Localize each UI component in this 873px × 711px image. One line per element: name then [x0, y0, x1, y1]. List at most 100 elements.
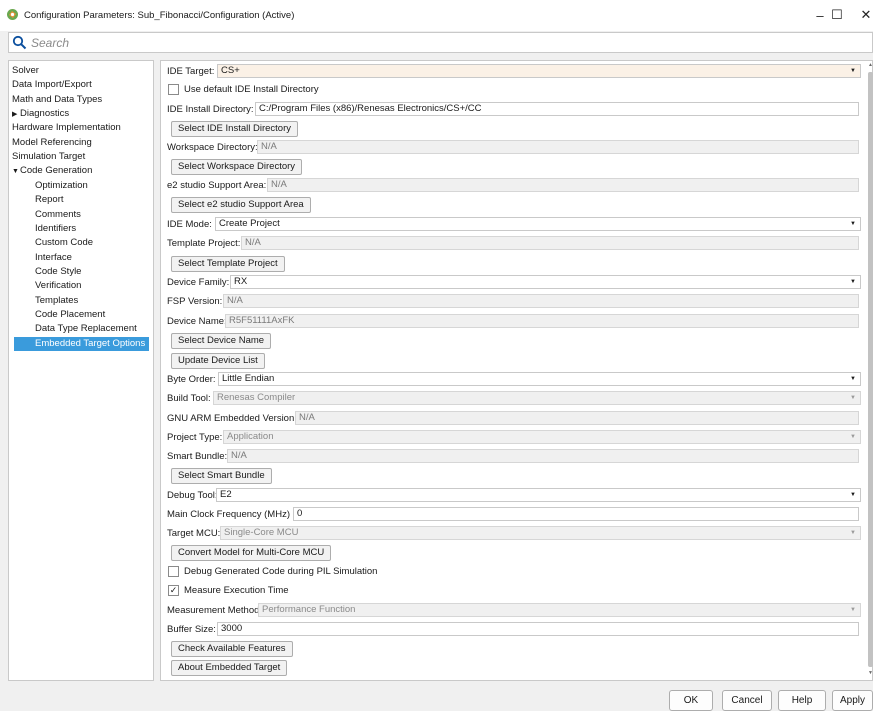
- update-device-list-button[interactable]: Update Device List: [171, 353, 265, 369]
- tree-item-label: Data Import/Export: [12, 79, 92, 91]
- e2-support-area-field: N/A: [267, 178, 859, 192]
- search-bar: [8, 32, 873, 53]
- tree-item-diagnostics[interactable]: ▶ Diagnostics: [9, 107, 69, 121]
- scroll-thumb[interactable]: [868, 72, 873, 667]
- workspace-dir-label: Workspace Directory:: [167, 142, 258, 153]
- ide-install-dir-field[interactable]: C:/Program Files (x86)/Renesas Electroni…: [255, 102, 859, 116]
- check-available-features-button[interactable]: Check Available Features: [171, 641, 293, 657]
- tree-item-label: Optimization: [35, 179, 88, 191]
- select-smart-bundle-button[interactable]: Select Smart Bundle: [171, 468, 272, 484]
- workspace-dir-field: N/A: [257, 140, 859, 154]
- e2-support-area-label: e2 studio Support Area:: [167, 180, 267, 191]
- byte-order-label: Byte Order:: [167, 374, 216, 385]
- device-family-select[interactable]: RX ▼: [230, 275, 861, 289]
- tree-item-data-import-export[interactable]: Data Import/Export: [9, 78, 92, 92]
- target-mcu-select: Single-Core MCU ▼: [220, 526, 861, 540]
- tree-item-verification[interactable]: Verification: [9, 279, 81, 293]
- tree-item-code-style[interactable]: Code Style: [9, 265, 81, 279]
- target-mcu-value: Single-Core MCU: [224, 527, 299, 538]
- smart-bundle-field: N/A: [227, 449, 859, 463]
- about-embedded-target-button[interactable]: About Embedded Target: [171, 660, 288, 676]
- project-type-value: Application: [227, 431, 274, 442]
- debug-pil-checkbox[interactable]: [168, 566, 179, 577]
- use-default-ide-checkbox[interactable]: [168, 84, 179, 95]
- select-device-name-button[interactable]: Select Device Name: [171, 333, 272, 349]
- debug-tool-select[interactable]: E2 ▼: [216, 488, 861, 502]
- apply-button[interactable]: Apply: [832, 690, 873, 711]
- tree-item-solver[interactable]: Solver: [9, 64, 39, 78]
- select-workspace-dir-button[interactable]: Select Workspace Directory: [171, 159, 303, 175]
- select-template-project-button[interactable]: Select Template Project: [171, 256, 285, 272]
- measure-execution-checkbox[interactable]: ✓: [168, 585, 179, 596]
- tree-item-comments[interactable]: Comments: [9, 208, 81, 222]
- ide-mode-select[interactable]: Create Project ▼: [215, 217, 861, 231]
- device-name-label: Device Name:: [167, 316, 227, 327]
- tree-item-interface[interactable]: Interface: [9, 251, 72, 265]
- buffer-size-field[interactable]: 3000: [217, 622, 859, 636]
- fsp-version-field: N/A: [223, 294, 859, 308]
- ide-mode-value: Create Project: [219, 218, 280, 229]
- tree-item-custom-code[interactable]: Custom Code: [9, 236, 93, 250]
- search-icon: [12, 35, 27, 50]
- tree-item-optimization[interactable]: Optimization: [9, 179, 88, 193]
- search-input[interactable]: [31, 35, 331, 50]
- tree-item-label: Verification: [35, 280, 82, 292]
- tree-item-code-placement[interactable]: Code Placement: [9, 308, 105, 322]
- tree-item-data-type-replacement[interactable]: Data Type Replacement: [9, 322, 137, 336]
- byte-order-select[interactable]: Little Endian ▼: [218, 372, 861, 386]
- measurement-method-select: Performance Function ▼: [258, 603, 861, 617]
- project-type-label: Project Type:: [167, 432, 223, 443]
- tree-item-report[interactable]: Report: [9, 193, 64, 207]
- select-ide-install-dir-button[interactable]: Select IDE Install Directory: [171, 121, 298, 137]
- tree-item-code-generation[interactable]: ▼Code Generation: [9, 164, 92, 178]
- buffer-size-label: Buffer Size:: [167, 624, 216, 635]
- tree-item-label: Simulation Target: [12, 151, 86, 163]
- scroll-up-icon[interactable]: ▲: [868, 62, 873, 70]
- build-tool-label: Build Tool:: [167, 393, 211, 404]
- tree-item-label: Templates: [35, 294, 79, 306]
- tree-item-label: Model Referencing: [12, 136, 92, 148]
- tree-item-identifiers[interactable]: Identifiers: [9, 222, 76, 236]
- tree-item-label: Code Placement: [35, 308, 106, 320]
- tree-item-math-and-data-types[interactable]: Math and Data Types: [9, 93, 102, 107]
- collapsed-arrow-icon[interactable]: ▶: [12, 108, 20, 122]
- byte-order-value: Little Endian: [222, 373, 275, 384]
- debug-tool-label: Debug Tool:: [167, 490, 218, 501]
- scroll-down-icon[interactable]: ▼: [868, 670, 873, 678]
- chevron-down-icon: ▼: [850, 376, 856, 382]
- tree-item-templates[interactable]: Templates: [9, 294, 78, 308]
- tree-item-label: Code Style: [35, 265, 82, 277]
- tree-item-hardware-implementation[interactable]: Hardware Implementation: [9, 121, 121, 135]
- target-mcu-label: Target MCU:: [167, 528, 221, 539]
- ide-target-value: CS+: [221, 65, 240, 76]
- template-project-label: Template Project:: [167, 238, 241, 249]
- window-title: Configuration Parameters: Sub_Fibonacci/…: [24, 10, 295, 21]
- expanded-arrow-icon[interactable]: ▼: [12, 165, 20, 179]
- device-family-value: RX: [234, 276, 248, 287]
- tree-item-label: Report: [35, 194, 64, 206]
- tree-item-embedded-target-options[interactable]: Embedded Target Options: [14, 336, 150, 351]
- convert-multicore-button[interactable]: Convert Model for Multi-Core MCU: [171, 545, 332, 561]
- settings-panel: IDE Target: CS+ ▼ Use default IDE Instal…: [160, 60, 873, 681]
- template-project-field: N/A: [241, 236, 859, 250]
- panel-scrollbar[interactable]: ▲ ▼: [868, 62, 873, 679]
- main-clock-label: Main Clock Frequency (MHz) :: [167, 509, 296, 520]
- maximize-button[interactable]: ☐: [823, 4, 851, 26]
- debug-tool-value: E2: [220, 489, 232, 500]
- tree-item-simulation-target[interactable]: Simulation Target: [9, 150, 85, 164]
- help-button[interactable]: Help: [778, 690, 826, 711]
- ide-install-dir-label: IDE Install Directory:: [167, 104, 254, 115]
- select-e2-support-area-button[interactable]: Select e2 studio Support Area: [171, 197, 311, 213]
- tree-item-label: Solver: [12, 65, 39, 76]
- close-button[interactable]: ✕: [852, 4, 873, 26]
- title-bar: Configuration Parameters: Sub_Fibonacci/…: [0, 0, 873, 31]
- cancel-button[interactable]: Cancel: [722, 690, 772, 711]
- chevron-down-icon: ▼: [850, 221, 856, 227]
- main-clock-field[interactable]: 0: [293, 507, 859, 521]
- gnu-arm-version-field: N/A: [295, 411, 859, 425]
- ok-button[interactable]: OK: [669, 690, 713, 711]
- chevron-down-icon: ▼: [850, 395, 856, 401]
- ide-target-select[interactable]: CS+ ▼: [217, 64, 861, 78]
- tree-item-model-referencing[interactable]: Model Referencing: [9, 136, 92, 150]
- tree-item-label: Interface: [35, 251, 72, 263]
